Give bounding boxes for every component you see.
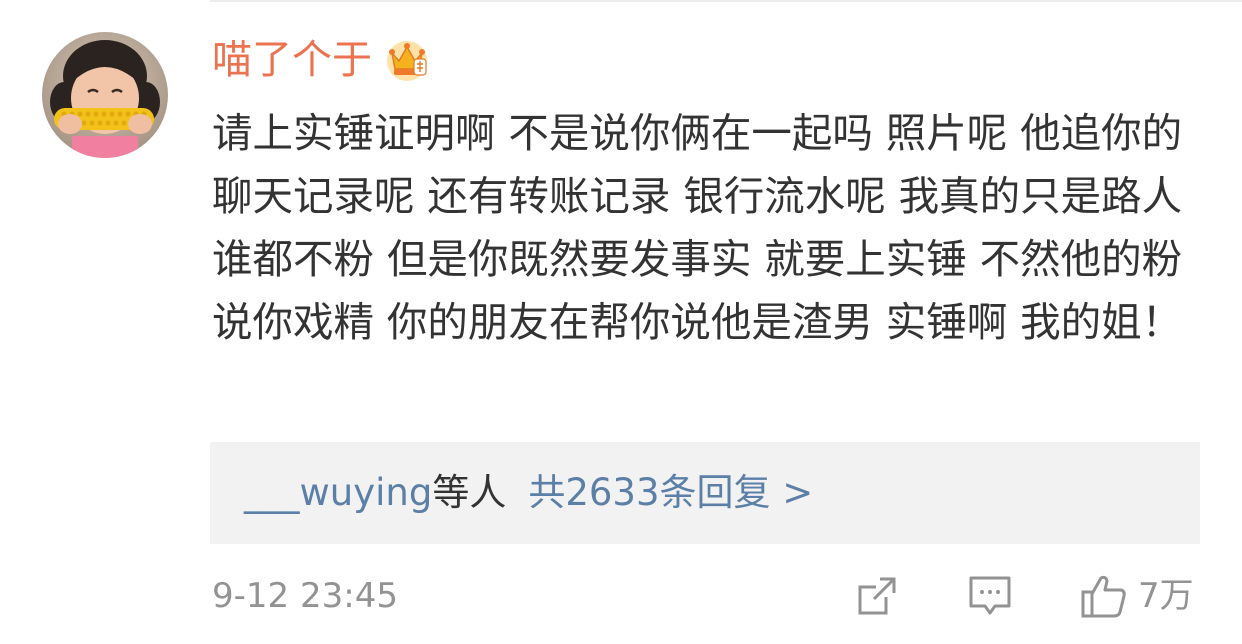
reply-users-suffix: 等人 bbox=[432, 471, 507, 514]
username[interactable]: 喵了个于 bbox=[212, 32, 372, 88]
replies-summary: ___wuying等人 共2633条回复 > bbox=[244, 469, 813, 517]
reply-count-link[interactable]: 共2633条回复 > bbox=[528, 471, 813, 514]
avatar[interactable] bbox=[42, 32, 168, 158]
username-row: 喵了个于 bbox=[212, 32, 430, 88]
thumbs-up-icon bbox=[1081, 575, 1126, 618]
reply-users-link[interactable]: ___wuying bbox=[244, 471, 432, 514]
share-button[interactable] bbox=[856, 572, 898, 620]
crown-icon bbox=[387, 41, 427, 81]
top-divider bbox=[210, 0, 1242, 2]
comment-button[interactable] bbox=[968, 572, 1012, 620]
share-icon bbox=[858, 577, 896, 615]
comment-icon bbox=[969, 576, 1011, 615]
like-button[interactable]: 7万 bbox=[1080, 572, 1194, 620]
timestamp: 9-12 23:45 bbox=[212, 576, 398, 616]
replies-box[interactable]: ___wuying等人 共2633条回复 > bbox=[210, 442, 1200, 544]
comment-text: 请上实锤证明啊 不是说你俩在一起吗 照片呢 他追你的聊天记录呢 还有转账记录 银… bbox=[212, 109, 1183, 346]
avatar-image bbox=[42, 32, 168, 158]
like-count: 7万 bbox=[1138, 576, 1194, 616]
